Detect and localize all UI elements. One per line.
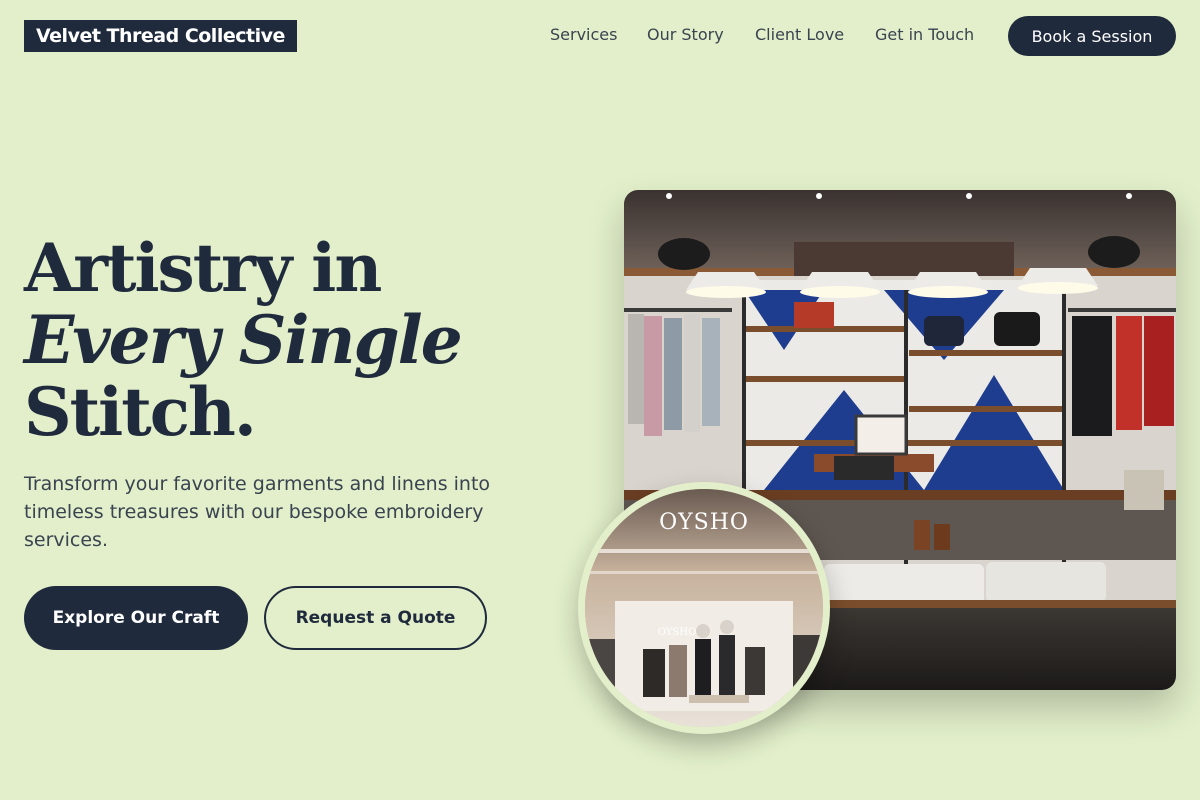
headline-line-1: Artistry in (24, 229, 382, 307)
brand-logo[interactable]: Velvet Thread Collective (24, 20, 297, 52)
nav-link-services[interactable]: Services (550, 24, 617, 46)
store-front-photo: OYSHO OYSHO (578, 482, 830, 734)
headline-line-3: Stitch. (24, 373, 257, 451)
nav-link-client-love[interactable]: Client Love (755, 24, 844, 46)
hero-description: Transform your favorite garments and lin… (24, 473, 491, 551)
nav-link-our-story[interactable]: Our Story (647, 24, 724, 46)
explore-craft-button[interactable]: Explore Our Craft (24, 586, 248, 650)
request-quote-button[interactable]: Request a Quote (264, 586, 487, 650)
nav-link-get-in-touch[interactable]: Get in Touch (875, 24, 974, 46)
hero-headline: Artistry in Every Single Stitch. (24, 229, 463, 451)
book-session-button[interactable]: Book a Session (1008, 16, 1176, 56)
headline-line-2: Every Single (24, 301, 463, 379)
store-sign-text: OYSHO (659, 510, 749, 535)
store-sign-small-text: OYSHO (658, 627, 697, 638)
